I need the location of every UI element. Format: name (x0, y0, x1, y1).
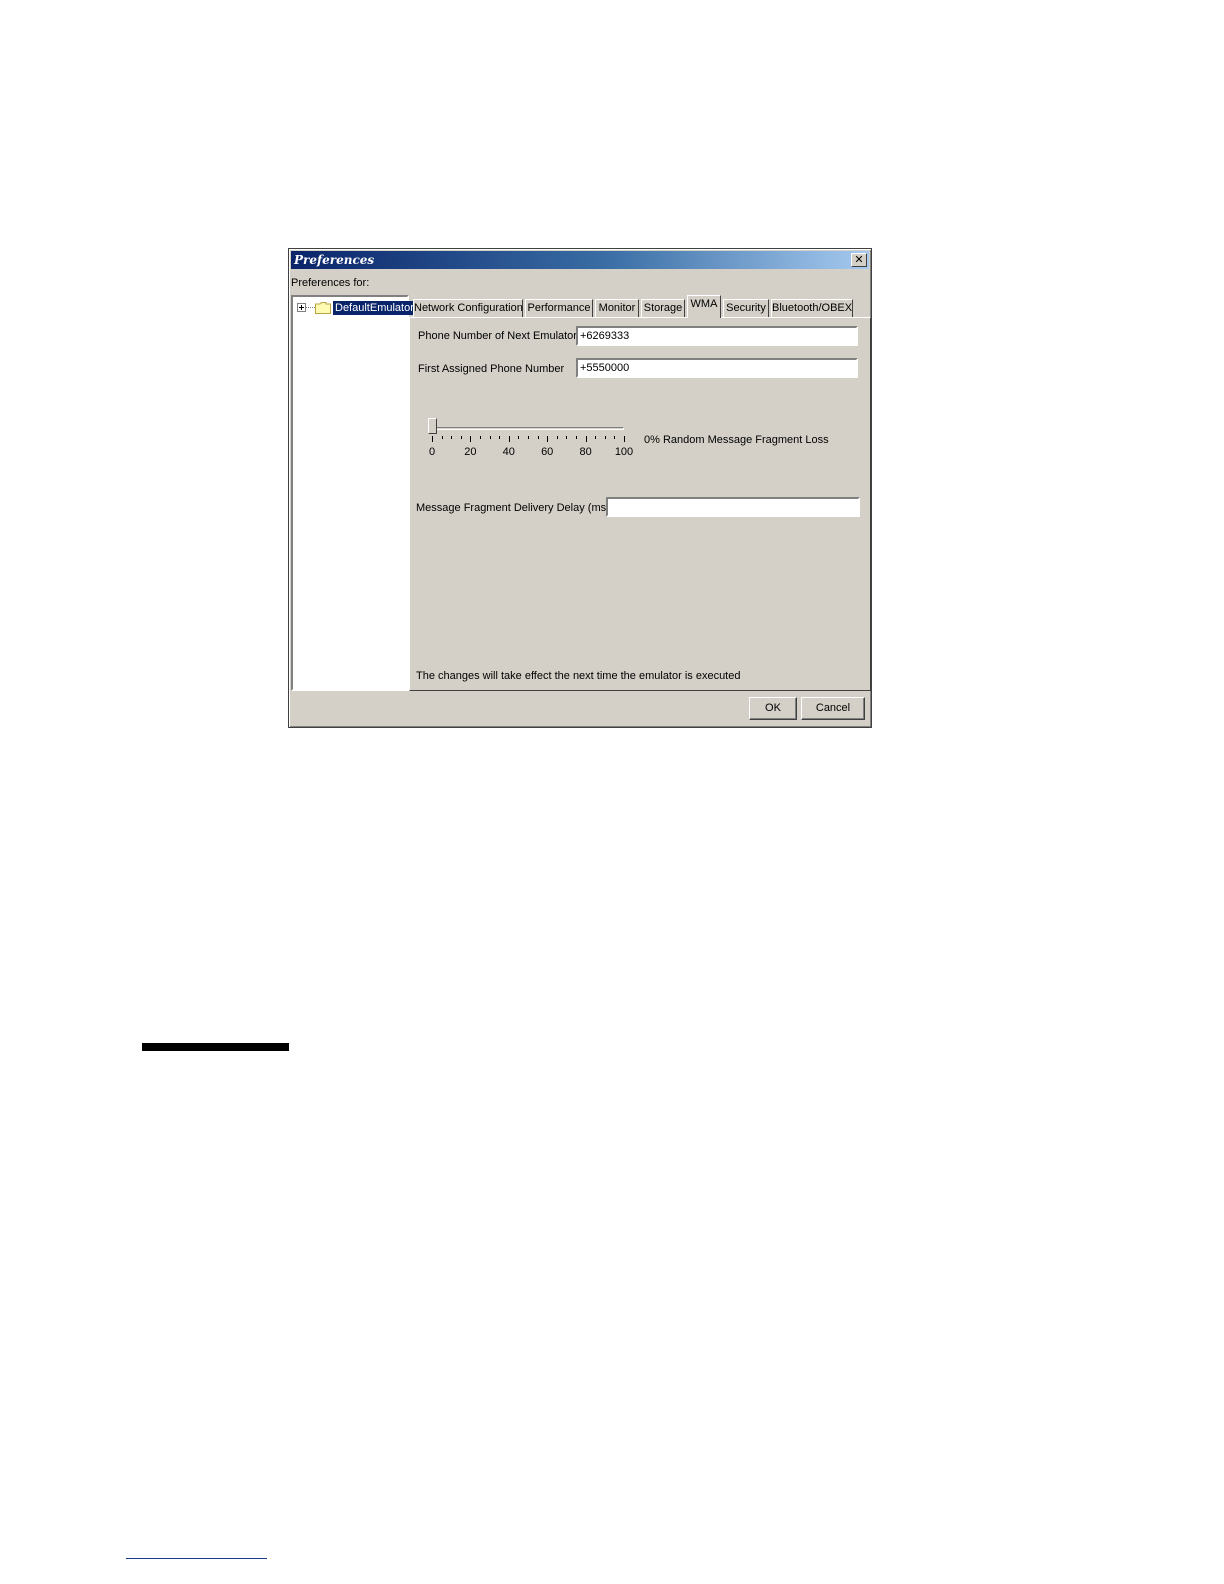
tab-storage[interactable]: Storage (641, 299, 685, 317)
ok-button[interactable]: OK (749, 697, 797, 720)
slider-tick (556, 436, 558, 439)
slider-tick (537, 436, 539, 439)
slider-tick-label: 60 (541, 446, 554, 458)
slider-tick-label: 80 (579, 446, 592, 458)
footnote-rule (126, 1558, 267, 1559)
slider-tick-label: 20 (464, 446, 477, 458)
slider-tick (508, 436, 510, 442)
slider-tick (566, 436, 568, 439)
slider-tick (451, 436, 453, 439)
tab-security[interactable]: Security (723, 299, 769, 317)
title-bar[interactable]: Preferences ✕ (291, 251, 869, 269)
slider-tick-label: 40 (502, 446, 515, 458)
tab-network-configuration[interactable]: Network Configuration (413, 299, 523, 317)
slider-tick (595, 436, 597, 439)
slider-tick-label: 0 (428, 446, 436, 458)
plus-expander-icon[interactable] (297, 303, 306, 312)
slider-track[interactable] (428, 427, 624, 430)
slider-tick (604, 436, 606, 439)
fragment-loss-caption: 0% Random Message Fragment Loss (644, 434, 829, 446)
folder-icon (315, 302, 331, 314)
slider-tick-label: 100 (614, 446, 634, 458)
slider-tick (499, 436, 501, 439)
section-rule (142, 1043, 289, 1051)
slider-tick (547, 436, 549, 442)
slider-tick (576, 436, 577, 439)
slider-tick (432, 436, 433, 442)
slider-tick (528, 436, 529, 439)
slider-tick (441, 436, 443, 439)
slider-tick (624, 436, 625, 442)
slider-tick (460, 436, 462, 439)
tab-performance[interactable]: Performance (525, 299, 593, 317)
tab-monitor[interactable]: Monitor (595, 299, 639, 317)
slider-tick (480, 436, 481, 439)
tree-connector (306, 307, 315, 308)
preferences-for-label: Preferences for: (291, 277, 370, 289)
first-phone-input[interactable]: +5550000 (576, 358, 858, 378)
first-phone-label: First Assigned Phone Number : (418, 363, 580, 375)
tab-bluetooth-obex[interactable]: Bluetooth/OBEX (771, 299, 853, 317)
cancel-button[interactable]: Cancel (801, 697, 865, 720)
delay-input[interactable] (606, 497, 860, 517)
preferences-dialog: Preferences ✕ Preferences for: DefaultEm… (288, 248, 872, 728)
effect-note: The changes will take effect the next ti… (416, 670, 741, 682)
tab-strip: Network Configuration Performance Monito… (411, 295, 871, 318)
slider-thumb[interactable] (428, 418, 437, 434)
wma-panel: Phone Number of Next Emulator : +6269333… (409, 317, 871, 691)
fragment-loss-slider[interactable]: 0 20 40 60 80 100 (428, 414, 633, 474)
tab-wma[interactable]: WMA (687, 295, 721, 318)
dialog-title: Preferences (294, 253, 375, 267)
next-phone-label: Phone Number of Next Emulator : (418, 330, 584, 342)
slider-tick (470, 436, 472, 442)
slider-tick (585, 436, 587, 442)
tree-item-label: DefaultEmulator (333, 301, 416, 315)
delay-label: Message Fragment Delivery Delay (ms): (416, 502, 613, 514)
slider-tick (518, 436, 520, 439)
close-button[interactable]: ✕ (851, 253, 867, 267)
slider-tick (489, 436, 491, 439)
slider-tick (614, 436, 616, 439)
emulator-tree[interactable]: DefaultEmulator (291, 295, 416, 691)
close-icon: ✕ (854, 253, 864, 266)
next-phone-input[interactable]: +6269333 (576, 326, 858, 346)
